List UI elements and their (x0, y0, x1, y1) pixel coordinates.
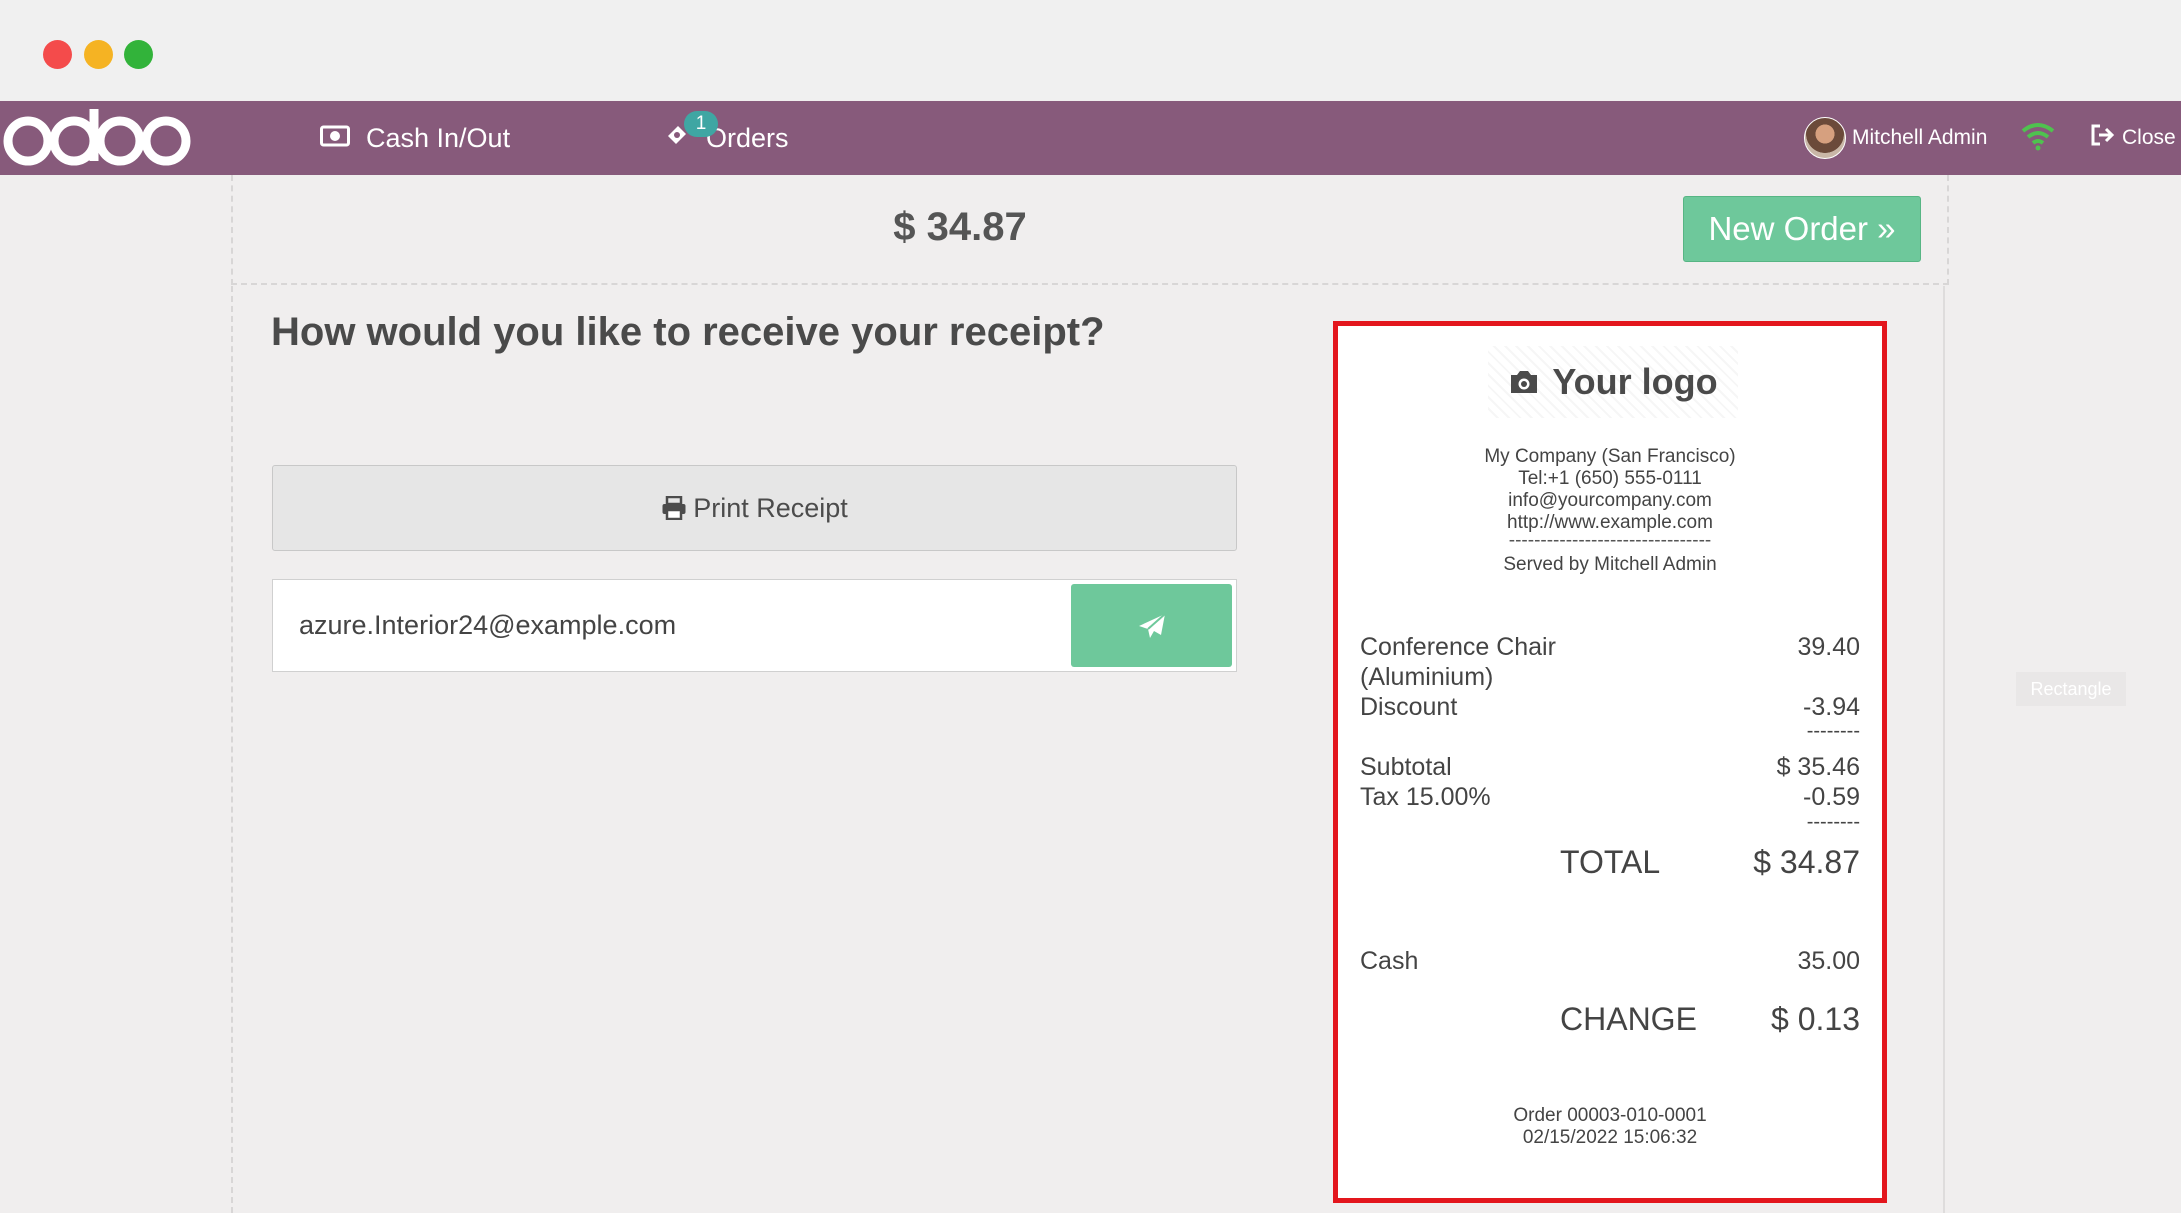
company-info: My Company (San Francisco) Tel:+1 (650) … (1338, 446, 1882, 576)
separator-dashes: -------- (1806, 720, 1860, 742)
new-order-button[interactable]: New Order » (1683, 196, 1921, 262)
rectangle-overlay-label: Rectangle (2016, 672, 2126, 706)
cash-in-out-label: Cash In/Out (366, 122, 511, 153)
close-pos-button[interactable]: Close (2090, 101, 2176, 175)
send-email-button[interactable] (1071, 584, 1232, 667)
money-icon (320, 123, 350, 154)
subtotal-value: $ 35.46 (1776, 753, 1860, 781)
company-email: info@yourcompany.com (1508, 490, 1712, 511)
served-by: Served by Mitchell Admin (1503, 554, 1717, 575)
company-name: My Company (San Francisco) (1484, 446, 1736, 467)
orders-button[interactable]: 1 Orders (664, 101, 789, 175)
separator-dashes: -------- (1806, 811, 1860, 833)
top-navbar: odoo Cash In/Out 1 Orders Mitchell Admin (0, 101, 2181, 175)
user-menu[interactable]: Mitchell Admin (1804, 101, 1987, 175)
minimize-window-button[interactable] (84, 40, 113, 69)
paper-plane-icon (1138, 612, 1166, 638)
line-item-name: Conference Chair (1360, 633, 1556, 661)
logo-text: Your logo (1552, 361, 1718, 402)
user-name: Mitchell Admin (1852, 126, 1988, 149)
sign-out-icon (2090, 123, 2116, 153)
wifi-icon (2021, 123, 2055, 151)
discount-label: Discount (1360, 693, 1458, 721)
print-receipt-label: Print Receipt (693, 492, 848, 523)
total-label: TOTAL (1560, 844, 1661, 880)
window-titlebar (0, 0, 2181, 100)
orders-label: Orders (706, 122, 789, 153)
line-item-price: 39.40 (1797, 633, 1860, 661)
orders-count-badge: 1 (684, 111, 718, 137)
camera-icon (1511, 371, 1538, 393)
separator-line: -------------------------------- (1508, 530, 1712, 551)
cash-label: Cash (1360, 947, 1419, 975)
avatar (1804, 117, 1846, 159)
receipt-question: How would you like to receive your recei… (271, 310, 1105, 354)
discount-value: -3.94 (1803, 693, 1860, 721)
cash-value: 35.00 (1797, 947, 1860, 975)
tax-value: -0.59 (1803, 783, 1860, 811)
print-receipt-button[interactable]: Print Receipt (272, 465, 1237, 551)
email-form (272, 579, 1237, 672)
change-value: $ 0.13 (1771, 1001, 1860, 1037)
receipt-preview: Your logo My Company (San Francisco) Tel… (1333, 321, 1887, 1203)
change-label: CHANGE (1560, 1001, 1697, 1037)
printer-icon (662, 496, 686, 520)
total-value: $ 34.87 (1753, 844, 1860, 880)
maximize-window-button[interactable] (124, 40, 153, 69)
close-window-button[interactable] (43, 40, 72, 69)
order-total: $ 34.87 (893, 205, 1027, 249)
company-phone: Tel:+1 (650) 555-0111 (1518, 468, 1702, 489)
tax-label: Tax 15.00% (1360, 783, 1491, 811)
order-date: 02/15/2022 15:06:32 (1522, 1127, 1698, 1148)
order-footer: Order 00003-010-0001 02/15/2022 15:06:32 (1338, 1105, 1882, 1149)
odoo-logo: odoo (3, 109, 191, 166)
email-input[interactable] (299, 580, 999, 671)
close-label: Close (2122, 126, 2176, 149)
cash-in-out-button[interactable]: Cash In/Out (320, 101, 510, 175)
logo-placeholder: Your logo (1488, 346, 1738, 418)
line-item-variant: (Aluminium) (1360, 663, 1494, 691)
subtotal-label: Subtotal (1360, 753, 1452, 781)
order-reference: Order 00003-010-0001 (1513, 1105, 1707, 1126)
